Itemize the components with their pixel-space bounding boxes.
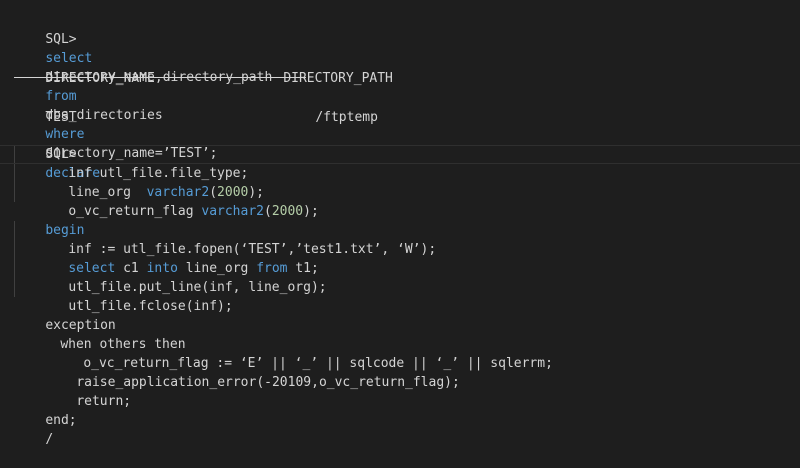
code-line: when others then xyxy=(29,316,185,352)
type-length: 2000 xyxy=(271,204,304,219)
code-line: o_vc_return_flag := ‘E’ || ‘_’ || sqlcod… xyxy=(52,335,553,371)
result-header-path-cell: DIRECTORY_PATH xyxy=(252,50,393,86)
result-cell-path-wrap: /ftptemp xyxy=(284,89,378,125)
code-line: raise_application_error(-20109,o_vc_retu… xyxy=(45,354,460,390)
code-line: / xyxy=(14,411,53,447)
code-line: end; xyxy=(14,392,76,428)
result-header-path-underline xyxy=(101,77,306,78)
code-line: inf utl_file.file_type; xyxy=(37,145,248,181)
stmt-return: return; xyxy=(76,394,132,409)
code-line: o_vc_return_flag varchar2(2000); xyxy=(68,204,319,219)
indent-guide-begin xyxy=(14,221,15,297)
result-header-path: DIRECTORY_PATH xyxy=(283,71,393,86)
code-line: select c1 into line_org from t1; xyxy=(37,240,319,276)
code-line: utl_file.fclose(inf); xyxy=(37,278,232,314)
sql-prompt: SQL> xyxy=(45,32,77,47)
declare-line: SQL> declare xyxy=(14,126,100,181)
code-line: inf := utl_file.fopen(‘TEST’,’test1.txt’… xyxy=(37,221,436,257)
decl-return-flag: o_vc_return_flag xyxy=(68,204,194,219)
code-line: line_org varchar2(2000); xyxy=(68,185,265,200)
result-header-name: DIRECTORY_NAME xyxy=(45,71,155,86)
result-header-name-underline xyxy=(14,77,93,78)
code-line: utl_file.put_line(inf, line_org); xyxy=(37,259,326,295)
code-line: return; xyxy=(45,373,131,409)
type-varchar2: varchar2 xyxy=(201,204,264,219)
result-header-row: DIRECTORY_NAME xyxy=(14,50,155,86)
result-row: TEST xyxy=(14,89,76,125)
code-line: exception xyxy=(14,297,115,333)
block-terminator: / xyxy=(45,432,54,447)
code-line: begin xyxy=(14,202,84,238)
sql-console[interactable]: SQL> select directory_name,directory_pat… xyxy=(0,0,800,447)
query-line: SQL> select directory_name,directory_pat… xyxy=(14,11,272,161)
result-cell-path: /ftptemp xyxy=(315,110,378,125)
stmt-raise-error: raise_application_error(-20109,o_vc_retu… xyxy=(76,375,460,390)
result-cell-name: TEST xyxy=(45,110,77,125)
